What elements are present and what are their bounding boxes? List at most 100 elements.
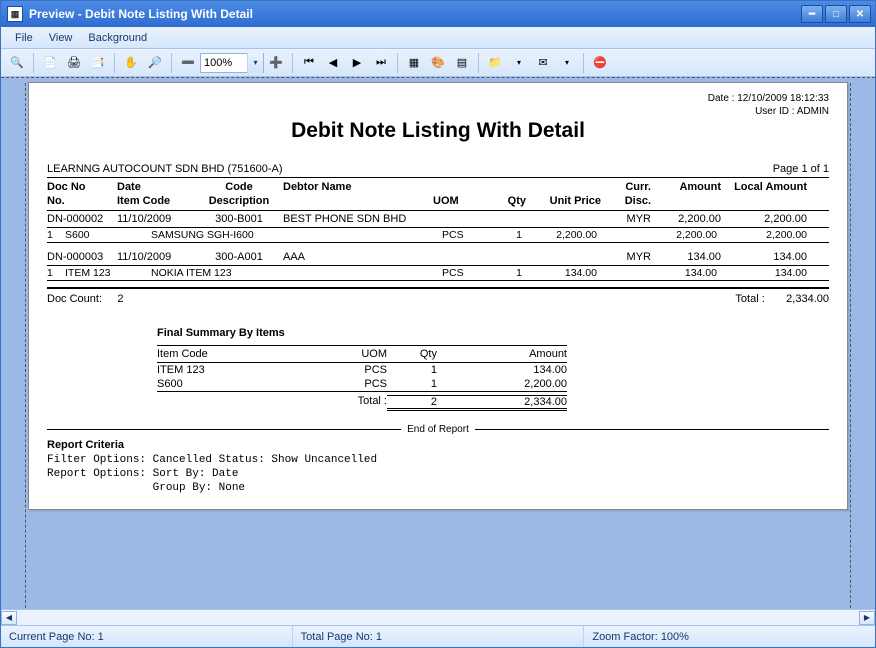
h-uom: UOM <box>433 195 459 207</box>
first-page-button[interactable]: ⏮ <box>298 52 320 74</box>
report-page: Date : 12/10/2009 18:12:33 User ID : ADM… <box>28 82 848 510</box>
total-value: 2,334.00 <box>786 293 829 305</box>
multipage-icon: ▦ <box>406 55 422 71</box>
email-dropdown[interactable]: ▾ <box>556 52 578 74</box>
zoom-combo[interactable]: ▾ <box>200 53 264 73</box>
h-no: No. <box>47 195 65 207</box>
chevron-down-icon: ▾ <box>511 55 527 71</box>
status-total-page: Total Page No: 1 <box>293 626 585 647</box>
print-button[interactable]: 🖨 <box>63 52 85 74</box>
scroll-left-button[interactable]: ◀ <box>1 611 17 625</box>
report-meta-date: Date : 12/10/2009 18:12:33 <box>47 93 829 104</box>
export-button[interactable]: 📁 <box>484 52 506 74</box>
window-title: Preview - Debit Note Listing With Detail <box>29 7 253 21</box>
summary-title: Final Summary By Items <box>157 327 567 339</box>
first-icon: ⏮ <box>301 55 317 71</box>
color-icon: 🎨 <box>430 55 446 71</box>
end-of-report: End of Report <box>47 424 829 435</box>
menu-view[interactable]: View <box>41 29 81 47</box>
hand-icon: ✋ <box>123 55 139 71</box>
magnifier-icon: 🔎 <box>147 55 163 71</box>
zoom-in-icon: ➕ <box>268 55 284 71</box>
summary-row: ITEM 123 PCS 1 134.00 <box>157 363 567 377</box>
grid-header: Doc NoNo. DateItem Code CodeDescription … <box>47 177 829 211</box>
report-title: Debit Note Listing With Detail <box>47 119 829 143</box>
customize-button[interactable]: 📄 <box>39 52 61 74</box>
status-zoom: Zoom Factor: 100% <box>584 626 875 647</box>
exit-icon: ⛔ <box>592 55 608 71</box>
doccount-label: Doc Count: <box>47 293 102 305</box>
maximize-button[interactable]: □ <box>825 5 847 23</box>
meta-user-label: User ID : <box>755 106 794 117</box>
h-unitprice: Unit Price <box>550 195 601 207</box>
prev-icon: ◀ <box>325 55 341 71</box>
h-curr: Curr. <box>625 181 651 193</box>
doccount-total-row: Doc Count: 2 Total : 2,334.00 <box>47 289 829 309</box>
email-icon: ✉ <box>535 55 551 71</box>
horizontal-scrollbar[interactable]: ◀ ▶ <box>1 609 875 625</box>
h-itemcode: Item Code <box>117 195 170 207</box>
next-icon: ▶ <box>349 55 365 71</box>
report-meta-user: User ID : ADMIN <box>47 106 829 117</box>
menu-file[interactable]: File <box>7 29 41 47</box>
status-current-page: Current Page No: 1 <box>1 626 293 647</box>
statusbar: Current Page No: 1 Total Page No: 1 Zoom… <box>1 625 875 647</box>
org-name: LEARNNG AUTOCOUNT SDN BHD (751600-A) <box>47 163 283 175</box>
doccount-value: 2 <box>117 293 123 305</box>
watermark-button[interactable]: ▤ <box>451 52 473 74</box>
email-button[interactable]: ✉ <box>532 52 554 74</box>
item-row: 1 S600 SAMSUNG SGH-I600 PCS 1 2,200.00 2… <box>47 228 829 243</box>
h-amount: Amount <box>679 181 721 193</box>
printer-icon: 🖨 <box>66 55 82 71</box>
quick-print-button[interactable]: 📑 <box>87 52 109 74</box>
color-button[interactable]: 🎨 <box>427 52 449 74</box>
titlebar: ▦ Preview - Debit Note Listing With Deta… <box>1 1 875 27</box>
doc-row: DN-000002 11/10/2009 300-B001 BEST PHONE… <box>47 211 829 227</box>
next-page-button[interactable]: ▶ <box>346 52 368 74</box>
summary-total-row: Total : 2 2,334.00 <box>157 392 567 414</box>
h-docno: Doc No <box>47 181 86 193</box>
summary-block: Final Summary By Items Item Code UOM Qty… <box>157 327 567 414</box>
h-date: Date <box>117 181 141 193</box>
magnifier-button[interactable]: 🔎 <box>144 52 166 74</box>
multipage-button[interactable]: ▦ <box>403 52 425 74</box>
page-number: Page 1 of 1 <box>773 163 829 175</box>
zoom-out-button[interactable]: ➖ <box>177 52 199 74</box>
page-gear-icon: 📄 <box>42 55 58 71</box>
binoculars-icon: 🔍 <box>9 55 25 71</box>
menubar: File View Background <box>1 27 875 49</box>
meta-date-label: Date : <box>708 93 735 104</box>
prev-page-button[interactable]: ◀ <box>322 52 344 74</box>
menu-background[interactable]: Background <box>80 29 155 47</box>
app-icon: ▦ <box>7 6 23 22</box>
printer-go-icon: 📑 <box>90 55 106 71</box>
search-button[interactable]: 🔍 <box>6 52 28 74</box>
zoom-out-icon: ➖ <box>180 55 196 71</box>
scroll-track[interactable] <box>17 611 859 625</box>
total-label: Total : <box>735 293 764 305</box>
watermark-icon: ▤ <box>454 55 470 71</box>
close-button[interactable]: ✕ <box>849 5 871 23</box>
meta-date-value: 12/10/2009 18:12:33 <box>737 93 829 104</box>
hand-tool-button[interactable]: ✋ <box>120 52 142 74</box>
summary-header: Item Code UOM Qty Amount <box>157 345 567 363</box>
chevron-down-icon: ▾ <box>559 55 575 71</box>
zoom-input[interactable] <box>201 56 247 70</box>
zoom-dropdown-button[interactable]: ▾ <box>247 53 263 73</box>
exit-button[interactable]: ⛔ <box>589 52 611 74</box>
item-row: 1 ITEM 123 NOKIA ITEM 123 PCS 1 134.00 1… <box>47 266 829 281</box>
toolbar: 🔍 📄 🖨 📑 ✋ 🔎 ➖ ▾ ➕ ⏮ ◀ ▶ ⏭ ▦ 🎨 ▤ 📁 ▾ ✉ ▾ … <box>1 49 875 77</box>
minimize-button[interactable]: ━ <box>801 5 823 23</box>
export-dropdown[interactable]: ▾ <box>508 52 530 74</box>
criteria-title: Report Criteria <box>47 439 829 451</box>
summary-row: S600 PCS 1 2,200.00 <box>157 377 567 391</box>
h-debtor: Debtor Name <box>283 181 351 193</box>
doc-row: DN-000003 11/10/2009 300-A001 AAA MYR 13… <box>47 249 829 265</box>
page-guide-left <box>25 83 26 609</box>
h-code: Code <box>225 181 253 193</box>
h-disc: Disc. <box>625 195 651 207</box>
last-page-button[interactable]: ⏭ <box>370 52 392 74</box>
zoom-in-button[interactable]: ➕ <box>265 52 287 74</box>
scroll-right-button[interactable]: ▶ <box>859 611 875 625</box>
preview-workspace: Date : 12/10/2009 18:12:33 User ID : ADM… <box>1 77 875 625</box>
